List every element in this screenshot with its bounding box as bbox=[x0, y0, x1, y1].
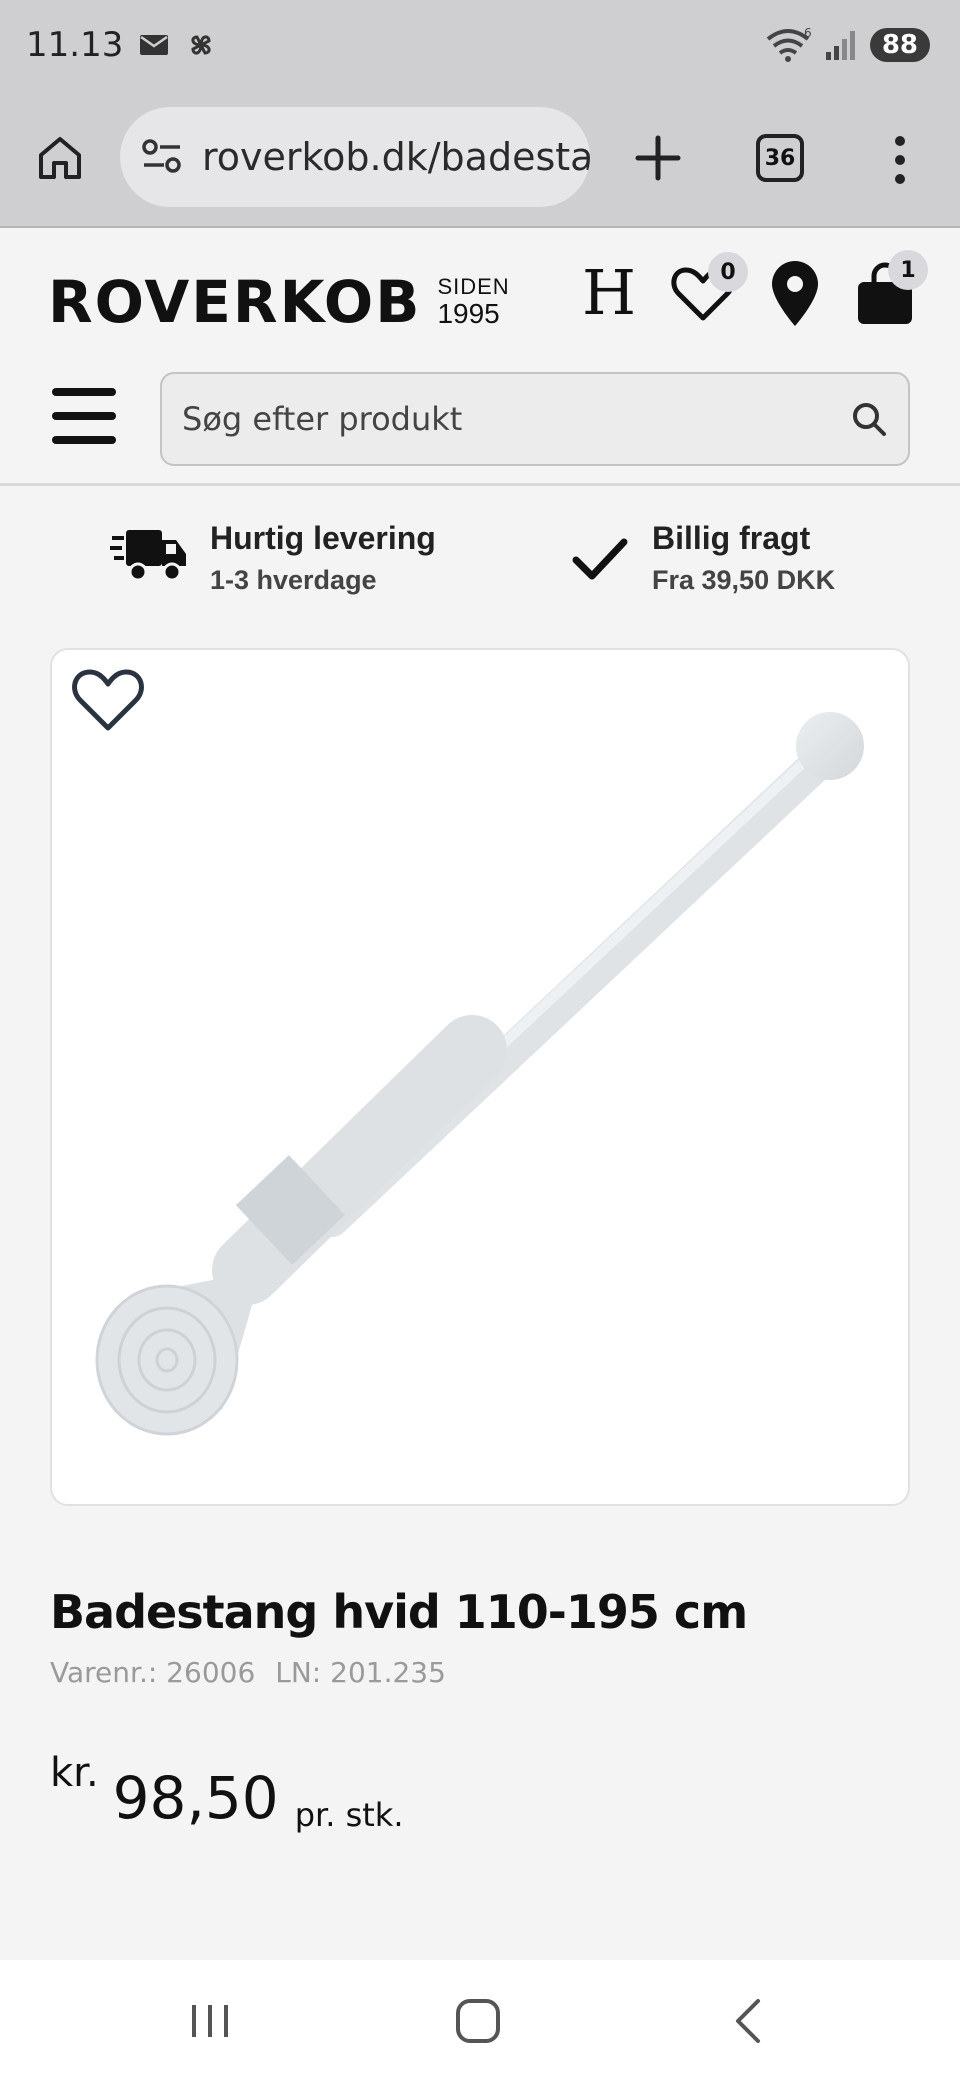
location-pin-icon bbox=[772, 261, 818, 326]
search-bar bbox=[160, 372, 910, 466]
product-meta: Varenr.: 26006 LN: 201.235 bbox=[50, 1656, 446, 1689]
logo-text: ROVERKOB bbox=[48, 268, 422, 336]
search-input[interactable] bbox=[182, 400, 850, 438]
new-tab-button[interactable] bbox=[630, 130, 686, 186]
menu-icon-bar bbox=[52, 436, 116, 444]
product-title: Badestang hvid 110-195 cm bbox=[50, 1585, 748, 1639]
product-image-card[interactable] bbox=[50, 648, 910, 1506]
home-icon bbox=[39, 137, 81, 179]
url-text: roverkob.dk/badesta bbox=[202, 135, 590, 179]
site-logo[interactable]: ROVERKOB SIDEN 1995 bbox=[48, 268, 510, 336]
wifi-icon: 6 bbox=[766, 26, 812, 62]
tabs-button[interactable]: 36 bbox=[756, 134, 804, 182]
usp-title: Hurtig levering bbox=[210, 520, 436, 556]
wishlist-count-badge: 0 bbox=[708, 252, 748, 292]
more-icon-dot bbox=[895, 174, 905, 184]
checkmark-icon bbox=[572, 538, 628, 580]
delivery-truck-icon bbox=[110, 530, 186, 582]
browser-toolbar: roverkob.dk/badesta 36 bbox=[0, 90, 960, 228]
more-icon-dot bbox=[895, 136, 905, 146]
more-icon-dot bbox=[895, 155, 905, 165]
pinwheel-icon bbox=[191, 35, 211, 55]
search-icon[interactable] bbox=[850, 400, 888, 438]
price-value: 98,50 bbox=[112, 1764, 279, 1832]
site-header: ROVERKOB SIDEN 1995 H 0 1 bbox=[0, 230, 960, 486]
plus-icon bbox=[635, 135, 681, 181]
battery-indicator: 88 bbox=[869, 28, 930, 62]
browser-menu-button[interactable] bbox=[880, 130, 920, 190]
logo-since-label: SIDEN bbox=[437, 274, 510, 299]
home-button[interactable] bbox=[32, 130, 88, 186]
recent-apps-icon bbox=[192, 2005, 228, 2037]
back-chevron-icon bbox=[736, 1999, 760, 2043]
status-bar: 11.13 6 88 bbox=[0, 0, 960, 90]
system-nav-bar bbox=[0, 1960, 960, 2080]
tab-count: 36 bbox=[764, 145, 796, 171]
h-brand-logo[interactable]: H bbox=[582, 256, 636, 329]
menu-icon-bar bbox=[52, 412, 116, 420]
site-settings-icon[interactable] bbox=[140, 135, 184, 179]
cart-count-badge: 1 bbox=[888, 250, 928, 290]
price-currency: kr. bbox=[50, 1750, 99, 1796]
add-to-favorites-button[interactable] bbox=[68, 660, 148, 740]
mail-icon bbox=[140, 35, 169, 55]
menu-icon-bar bbox=[52, 388, 116, 396]
home-square-icon bbox=[456, 1999, 500, 2043]
product-image bbox=[95, 712, 864, 1436]
product-sku: Varenr.: 26006 bbox=[50, 1656, 256, 1689]
home-nav-button[interactable] bbox=[448, 1996, 508, 2046]
back-button[interactable] bbox=[718, 1996, 778, 2046]
hamburger-menu-button[interactable] bbox=[52, 388, 116, 444]
recent-apps-button[interactable] bbox=[180, 1996, 240, 2046]
wishlist-button[interactable]: 0 bbox=[668, 252, 748, 330]
address-bar[interactable]: roverkob.dk/badesta bbox=[120, 107, 590, 207]
signal-icon bbox=[825, 31, 855, 60]
price-unit: pr. stk. bbox=[294, 1796, 404, 1834]
usp-cheap-shipping: Billig fragt Fra 39,50 DKK bbox=[570, 520, 835, 596]
usp-row: Hurtig levering 1-3 hverdage Billig frag… bbox=[0, 490, 960, 640]
usp-fast-delivery: Hurtig levering 1-3 hverdage bbox=[110, 520, 436, 596]
heart-icon bbox=[72, 669, 144, 731]
usp-subtitle: Fra 39,50 DKK bbox=[652, 565, 836, 595]
logo-since-year: 1995 bbox=[437, 298, 500, 329]
wifi-label: 6 bbox=[804, 26, 812, 40]
product-price: kr. 98,50 pr. stk. bbox=[50, 1750, 404, 1834]
status-time: 11.13 bbox=[26, 25, 124, 65]
usp-title: Billig fragt bbox=[652, 520, 811, 556]
usp-subtitle: 1-3 hverdage bbox=[210, 565, 377, 595]
store-locator-button[interactable] bbox=[760, 260, 830, 330]
product-ln: LN: 201.235 bbox=[275, 1656, 446, 1689]
cart-button[interactable]: 1 bbox=[850, 250, 928, 330]
